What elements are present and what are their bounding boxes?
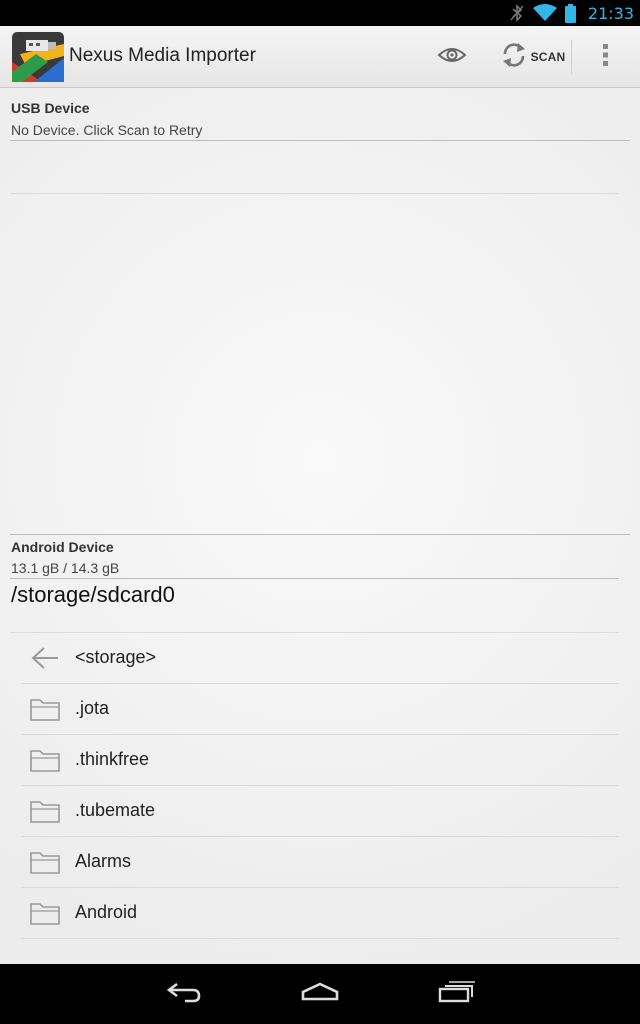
overflow-menu-icon [603, 43, 609, 72]
navigation-bar [0, 964, 640, 1024]
back-arrow-icon [30, 645, 60, 671]
back-icon [165, 980, 205, 1009]
usb-section-title: USB Device [11, 100, 90, 116]
divider [10, 140, 630, 141]
status-bar: 21:33 [0, 0, 640, 26]
folder-icon [30, 747, 60, 773]
overflow-menu-button[interactable] [586, 26, 626, 88]
file-name: <storage> [75, 647, 157, 667]
file-name: .jota [75, 698, 110, 718]
list-item[interactable]: .jota [21, 684, 619, 735]
current-path: /storage/sdcard0 [11, 582, 175, 607]
file-list: <storage> .jota .thinkfree .tubemate Ala… [21, 633, 619, 939]
home-button[interactable] [280, 964, 360, 1024]
file-name: .thinkfree [75, 749, 150, 769]
folder-icon [30, 900, 60, 926]
clock: 21:33 [587, 3, 634, 23]
storage-usage-text: 13.1 gB / 14.3 gB [11, 560, 120, 576]
android-section-title: Android Device [11, 539, 114, 555]
scan-label: SCAN [530, 50, 566, 64]
file-name: Alarms [75, 851, 132, 871]
eye-icon [437, 45, 467, 70]
list-item[interactable]: .thinkfree [21, 735, 619, 786]
view-button[interactable] [428, 26, 476, 88]
bluetooth-off-icon [509, 4, 525, 22]
recents-button[interactable] [416, 964, 496, 1024]
list-item[interactable]: Android [21, 888, 619, 939]
file-name: Android [75, 902, 138, 922]
folder-icon [30, 798, 60, 824]
action-divider [571, 40, 572, 74]
list-item[interactable]: .tubemate [21, 786, 619, 837]
divider [10, 193, 619, 194]
content-area: USB Device No Device. Click Scan to Retr… [0, 88, 640, 964]
back-button[interactable] [145, 964, 225, 1024]
folder-icon [30, 696, 60, 722]
scan-button[interactable]: SCAN [494, 26, 570, 88]
wifi-icon [532, 4, 557, 22]
app-title: Nexus Media Importer [69, 45, 256, 66]
recents-icon [436, 980, 476, 1009]
list-item[interactable]: Alarms [21, 837, 619, 888]
divider [10, 578, 619, 579]
usb-status-text: No Device. Click Scan to Retry [11, 122, 203, 138]
divider [10, 534, 630, 535]
home-icon [300, 981, 340, 1008]
usb-import-app-icon[interactable] [12, 32, 64, 82]
action-bar: Nexus Media Importer SCAN [0, 26, 640, 88]
refresh-icon [499, 40, 529, 75]
list-item[interactable]: <storage> [21, 633, 619, 684]
screen: 21:33 Nexus Media Importer SCAN USB Devi… [0, 0, 640, 1024]
file-name: .tubemate [75, 800, 156, 820]
folder-icon [30, 849, 60, 875]
battery-icon [564, 3, 576, 23]
